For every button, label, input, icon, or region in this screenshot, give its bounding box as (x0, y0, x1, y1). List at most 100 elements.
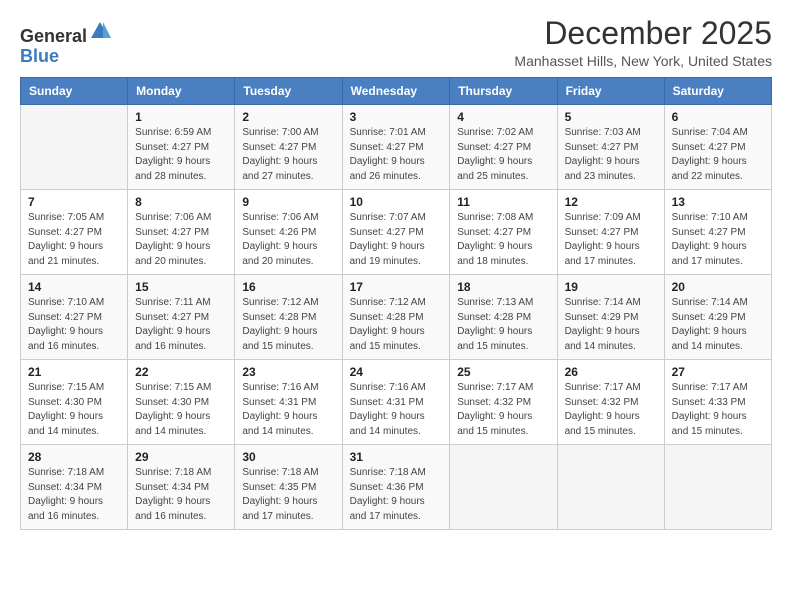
day-info: Sunrise: 7:18 AMSunset: 4:35 PMDaylight:… (242, 466, 334, 524)
day-info: Sunrise: 7:18 AMSunset: 4:34 PMDaylight:… (28, 466, 120, 524)
day-cell: 15 Sunrise: 7:11 AMSunset: 4:27 PMDayligh… (128, 275, 235, 360)
day-cell: 25Sunrise: 7:17 AMSunset: 4:32 PMDayligh… (450, 360, 557, 445)
week-row-3: 14 Sunrise: 7:10 AMSunset: 4:27 PMDayligh… (21, 275, 772, 360)
day-info: Sunrise: 7:10 AMSunset: 4:27 PMDaylight:… (672, 211, 764, 269)
day-info: Sunrise: 7:04 AMSunset: 4:27 PMDaylight:… (672, 126, 764, 184)
day-info: Sunrise: 7:11 AMSunset: 4:27 PMDaylight:… (135, 296, 227, 354)
day-number: 3 (350, 110, 443, 124)
day-cell: 20 Sunrise: 7:14 AMSunset: 4:29 PMDayligh… (664, 275, 771, 360)
day-cell: 5Sunrise: 7:03 AMSunset: 4:27 PMDaylight… (557, 105, 664, 190)
day-info: Sunrise: 7:02 AMSunset: 4:27 PMDaylight:… (457, 126, 549, 184)
day-number: 18 (457, 280, 549, 294)
day-cell: 1 Sunrise: 6:59 AMSunset: 4:27 PMDaylight… (128, 105, 235, 190)
day-cell (664, 445, 771, 530)
title-block: December 2025 Manhasset Hills, New York,… (514, 16, 772, 69)
day-cell: 14 Sunrise: 7:10 AMSunset: 4:27 PMDayligh… (21, 275, 128, 360)
day-cell: 9Sunrise: 7:06 AMSunset: 4:26 PMDaylight… (235, 190, 342, 275)
logo-general-text: General (20, 26, 87, 46)
day-cell: 7 Sunrise: 7:05 AMSunset: 4:27 PMDaylight… (21, 190, 128, 275)
week-row-1: 1 Sunrise: 6:59 AMSunset: 4:27 PMDaylight… (21, 105, 772, 190)
day-cell: 23 Sunrise: 7:16 AMSunset: 4:31 PMDayligh… (235, 360, 342, 445)
header-thursday: Thursday (450, 78, 557, 105)
day-cell: 21 Sunrise: 7:15 AMSunset: 4:30 PMDayligh… (21, 360, 128, 445)
day-info: Sunrise: 7:12 AMSunset: 4:28 PMDaylight:… (350, 296, 443, 354)
day-cell (21, 105, 128, 190)
day-cell: 6 Sunrise: 7:04 AMSunset: 4:27 PMDaylight… (664, 105, 771, 190)
day-info: Sunrise: 7:05 AMSunset: 4:27 PMDaylight:… (28, 211, 120, 269)
header-monday: Monday (128, 78, 235, 105)
day-info: Sunrise: 7:01 AMSunset: 4:27 PMDaylight:… (350, 126, 443, 184)
day-cell: 17Sunrise: 7:12 AMSunset: 4:28 PMDayligh… (342, 275, 450, 360)
day-cell: 8Sunrise: 7:06 AMSunset: 4:27 PMDaylight… (128, 190, 235, 275)
day-cell (450, 445, 557, 530)
day-info: Sunrise: 6:59 AMSunset: 4:27 PMDaylight:… (135, 126, 227, 184)
day-number: 11 (457, 195, 549, 209)
week-row-5: 28 Sunrise: 7:18 AMSunset: 4:34 PMDayligh… (21, 445, 772, 530)
day-number: 13 (672, 195, 764, 209)
day-number: 10 (350, 195, 443, 209)
header-friday: Friday (557, 78, 664, 105)
day-number: 23 (242, 365, 334, 379)
logo-blue-text: Blue (20, 46, 59, 66)
day-number: 12 (565, 195, 657, 209)
calendar-header-row: SundayMondayTuesdayWednesdayThursdayFrid… (21, 78, 772, 105)
day-number: 9 (242, 195, 334, 209)
day-number: 7 (28, 195, 120, 209)
day-info: Sunrise: 7:18 AMSunset: 4:34 PMDaylight:… (135, 466, 227, 524)
day-number: 2 (242, 110, 334, 124)
day-info: Sunrise: 7:14 AMSunset: 4:29 PMDaylight:… (672, 296, 764, 354)
day-info: Sunrise: 7:15 AMSunset: 4:30 PMDaylight:… (28, 381, 120, 439)
day-cell: 12Sunrise: 7:09 AMSunset: 4:27 PMDayligh… (557, 190, 664, 275)
header-wednesday: Wednesday (342, 78, 450, 105)
day-info: Sunrise: 7:13 AMSunset: 4:28 PMDaylight:… (457, 296, 549, 354)
day-cell: 27 Sunrise: 7:17 AMSunset: 4:33 PMDayligh… (664, 360, 771, 445)
day-number: 26 (565, 365, 657, 379)
day-number: 29 (135, 450, 227, 464)
logo-icon (89, 20, 111, 42)
day-number: 5 (565, 110, 657, 124)
day-number: 6 (672, 110, 764, 124)
day-number: 15 (135, 280, 227, 294)
day-cell: 24Sunrise: 7:16 AMSunset: 4:31 PMDayligh… (342, 360, 450, 445)
day-info: Sunrise: 7:08 AMSunset: 4:27 PMDaylight:… (457, 211, 549, 269)
week-row-4: 21 Sunrise: 7:15 AMSunset: 4:30 PMDayligh… (21, 360, 772, 445)
day-cell: 26Sunrise: 7:17 AMSunset: 4:32 PMDayligh… (557, 360, 664, 445)
day-number: 30 (242, 450, 334, 464)
day-cell: 13 Sunrise: 7:10 AMSunset: 4:27 PMDayligh… (664, 190, 771, 275)
page-header: General Blue December 2025 Manhasset Hil… (20, 16, 772, 69)
day-number: 16 (242, 280, 334, 294)
week-row-2: 7 Sunrise: 7:05 AMSunset: 4:27 PMDaylight… (21, 190, 772, 275)
day-info: Sunrise: 7:15 AMSunset: 4:30 PMDaylight:… (135, 381, 227, 439)
day-number: 28 (28, 450, 120, 464)
day-number: 24 (350, 365, 443, 379)
day-cell: 30 Sunrise: 7:18 AMSunset: 4:35 PMDayligh… (235, 445, 342, 530)
day-number: 31 (350, 450, 443, 464)
main-title: December 2025 (514, 16, 772, 51)
subtitle: Manhasset Hills, New York, United States (514, 53, 772, 69)
day-cell: 4 Sunrise: 7:02 AMSunset: 4:27 PMDaylight… (450, 105, 557, 190)
day-info: Sunrise: 7:18 AMSunset: 4:36 PMDaylight:… (350, 466, 443, 524)
day-cell: 19 Sunrise: 7:14 AMSunset: 4:29 PMDayligh… (557, 275, 664, 360)
day-number: 14 (28, 280, 120, 294)
day-cell: 11 Sunrise: 7:08 AMSunset: 4:27 PMDayligh… (450, 190, 557, 275)
day-number: 1 (135, 110, 227, 124)
day-number: 19 (565, 280, 657, 294)
day-cell: 22Sunrise: 7:15 AMSunset: 4:30 PMDayligh… (128, 360, 235, 445)
header-saturday: Saturday (664, 78, 771, 105)
day-info: Sunrise: 7:12 AMSunset: 4:28 PMDaylight:… (242, 296, 334, 354)
day-cell: 3 Sunrise: 7:01 AMSunset: 4:27 PMDaylight… (342, 105, 450, 190)
day-info: Sunrise: 7:16 AMSunset: 4:31 PMDaylight:… (242, 381, 334, 439)
day-cell: 28 Sunrise: 7:18 AMSunset: 4:34 PMDayligh… (21, 445, 128, 530)
day-number: 21 (28, 365, 120, 379)
day-info: Sunrise: 7:17 AMSunset: 4:33 PMDaylight:… (672, 381, 764, 439)
day-number: 27 (672, 365, 764, 379)
header-tuesday: Tuesday (235, 78, 342, 105)
day-info: Sunrise: 7:17 AMSunset: 4:32 PMDaylight:… (457, 381, 549, 439)
day-info: Sunrise: 7:14 AMSunset: 4:29 PMDaylight:… (565, 296, 657, 354)
day-info: Sunrise: 7:10 AMSunset: 4:27 PMDaylight:… (28, 296, 120, 354)
day-cell: 16 Sunrise: 7:12 AMSunset: 4:28 PMDayligh… (235, 275, 342, 360)
day-number: 20 (672, 280, 764, 294)
day-cell: 18 Sunrise: 7:13 AMSunset: 4:28 PMDayligh… (450, 275, 557, 360)
day-info: Sunrise: 7:07 AMSunset: 4:27 PMDaylight:… (350, 211, 443, 269)
day-number: 4 (457, 110, 549, 124)
